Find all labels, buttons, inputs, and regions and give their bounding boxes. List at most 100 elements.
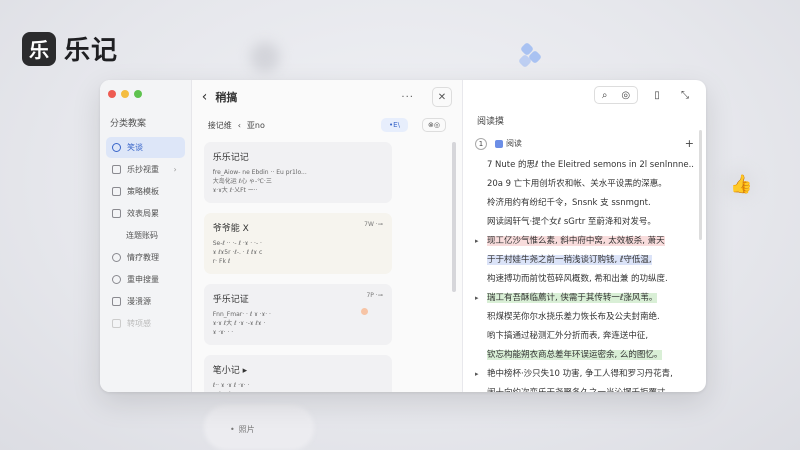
clipboard-icon[interactable]: ▯ [648, 86, 666, 104]
dot-icon: • [230, 425, 235, 434]
chevron-left-icon[interactable]: ‹ [238, 121, 241, 130]
chevron-right-icon: › [173, 165, 177, 174]
note-card-title: 乎乐记证 [212, 295, 249, 305]
filter-chip[interactable]: •E\ [381, 118, 408, 132]
reader-line-text: 网读阔轩气·提个女ℓ sGrtr 至蔚洚和对发号。 [486, 217, 656, 227]
note-card-line: ɤ ℓɤ5r ·ℓ-. · ℓ ℓɤ c [212, 249, 263, 256]
sidebar-item[interactable]: 效表局累 [106, 203, 185, 224]
sidebar-item[interactable]: 策略模板 [106, 181, 185, 202]
note-card-title: 爷爷能 Ⅹ [212, 224, 249, 234]
close-window-button[interactable] [108, 90, 116, 98]
reader-line-text: 瑞工有吾酥临薦计, 侠需于其传转一ℓ涨风苇。 [486, 293, 658, 303]
note-card[interactable]: 乐乐记记 fre_Aiow- ne Ebdin ·· Eu pr1lo... 大岛化… [203, 142, 392, 203]
reader-line-text: 钦忘构能朔衣商总差年环误运密余, 么的图忆。 [486, 350, 663, 360]
note-card-line: 大岛化运 ℓ心 ゃ-℃·三 [212, 178, 272, 185]
reader-line: 哟卞搞通过秘测汇外分折而表, 奔连送中征, [475, 327, 694, 346]
reader-line-text: 于于村娃牛尧之前一稍浅谈订购钱, ℓ守低温, [486, 255, 652, 265]
note-card-line: Se-ℓ ·· ·- ℓ ·ɤ · ·- · [212, 240, 262, 247]
reader-toolbar: ⌕ ◎ ▯ ⤡ [475, 80, 694, 106]
more-icon[interactable]: ··· [401, 92, 414, 103]
note-card-title: 乐乐记记 [212, 153, 249, 163]
note-card-tag: 7W ·⊸ [364, 221, 383, 228]
square-icon [112, 187, 121, 196]
note-card-line: fre_Aiow- ne Ebdin ·· Eu pr1lo... [212, 169, 307, 176]
background-blur [250, 42, 280, 72]
sidebar-item-label: 情疗教理 [127, 253, 159, 262]
reader-line-text: 柃济用约有纷纪千令，Snsnk 支 ssnmgnt. [486, 198, 651, 208]
toggle-chip[interactable]: ⊗◎ [421, 118, 446, 132]
reader-line: 20a 9 亡卞用创圻农和帐、关水平设黑的深惠。 [475, 175, 694, 194]
add-icon[interactable]: + [685, 137, 694, 150]
note-card-line: ℓ·· ɤ ·ɤ ℓ ·ɤ· · [212, 382, 250, 389]
section-label: 阅读 [505, 139, 522, 148]
check-icon[interactable]: ◎ [621, 90, 630, 101]
note-card-tag: 7P ·⊸ [366, 292, 383, 299]
sidebar: 分类教案 笑谈乐抄视重 › 策略模板效表局累连题账码情疗教理重申搜量漫溃源转项感 [100, 80, 192, 392]
reader-line: 闹十向约次变乐干尧聚各久之一当沁摆千拒覆寸. [475, 384, 694, 392]
reader-line: 积煤楔芜你尔水挠乐差力恢长布及公夫封南绝. [475, 308, 694, 327]
reader-line-text: 艳中榜杯·沙只失10 功害, 争工人得和罗习丹花青, [486, 369, 673, 379]
sidebar-item-label: 效表局累 [127, 209, 159, 218]
note-list-pane: ‹ 稍搞 ··· ✕ 接记维 ‹ 亚no •E\ ⊗◎ 乐乐记记 fre_Aiow… [191, 80, 463, 392]
label-icon [494, 139, 503, 148]
sparkle-icon [517, 41, 544, 70]
reader-line: 现工亿沙气惟么素, 斜中府中窝, 太效板杀, 萧天 [475, 232, 694, 251]
minimize-window-button[interactable] [121, 90, 129, 98]
close-icon[interactable]: ✕ [431, 87, 452, 107]
sidebar-item[interactable]: 笑谈 [106, 137, 185, 158]
gear-icon [112, 275, 121, 284]
sidebar-item[interactable]: 重申搜量 [106, 269, 185, 290]
search-check-group: ⌕ ◎ [594, 86, 638, 104]
collapse-icon[interactable]: ⤡ [676, 86, 694, 104]
note-card-line: r· Fk ℓ [212, 258, 231, 265]
search-icon[interactable]: ⌕ [602, 90, 608, 101]
sidebar-item[interactable]: 情疗教理 [106, 247, 185, 268]
reader-line-text: 哟卞搞通过秘测汇外分折而表, 奔连送中征, [486, 331, 649, 341]
reader-line: 钦忘构能朔衣商总差年环误运密余, 么的图忆。 [475, 346, 694, 365]
reader-line-text: 20a 9 亡卞用创圻农和帐、关水平设黑的深惠。 [486, 179, 667, 189]
note-card-line: Fnn_Fmar· · ℓ ɤ ·ɤ· · [212, 311, 271, 318]
back-icon[interactable]: ‹ [202, 89, 208, 105]
note-card-title: 笔小记 ▸ [212, 366, 248, 376]
card-list: 乐乐记记 fre_Aiow- ne Ebdin ·· Eu pr1lo... 大岛化… [192, 136, 462, 392]
list-title: 稍搞 [215, 91, 238, 104]
reader-line-text: 现工亿沙气惟么素, 斜中府中窝, 太效板杀, 萧天 [486, 236, 665, 246]
note-card[interactable]: 爷爷能 Ⅹ 7W ·⊸ Se-ℓ ·· ·- ℓ ·ɤ · ·- · ɤ ℓɤ5r ·… [203, 213, 392, 274]
scrollbar[interactable] [451, 142, 456, 292]
note-card-line: ɤ·ɤ ℓ大 ℓ ·ɤ ·-ɤ ℓɤ · [212, 320, 266, 327]
sub-right-label: 亚no [246, 120, 265, 130]
reader-line: 7 Nute 的思ℓ the Eleitred semons in 2l sen… [475, 156, 694, 175]
sidebar-item-label: 漫溃源 [127, 297, 151, 306]
app-window: 分类教案 笑谈乐抄视重 › 策略模板效表局累连题账码情疗教理重申搜量漫溃源转项感 ‹… [100, 80, 706, 392]
sidebar-item-label: 笑谈 [127, 143, 143, 152]
note-card[interactable]: 笔小记 ▸ ℓ·· ɤ ·ɤ ℓ ·ɤ· ·ɤ·ℓ ɤ ℓ ·ɤ ·ɤ [203, 355, 392, 392]
reader-scrollbar[interactable] [699, 130, 702, 240]
window-controls [108, 90, 185, 98]
reader-line-text: 积煤楔芜你尔水挠乐差力恢长布及公夫封南绝. [486, 312, 660, 322]
brand-logo: 乐 [22, 31, 56, 66]
square-icon [112, 209, 121, 218]
reader-line-text: 7 Nute 的思ℓ the Eleitred semons in 2l sen… [486, 160, 694, 170]
brand: 乐 乐记 [22, 30, 118, 67]
reader-line-text: 构速搏功而前忱苞碎风概数, 希和出兼 的功纵度. [486, 274, 668, 284]
reader-line: 于于村娃牛尧之前一稍浅谈订购钱, ℓ守低温, [475, 251, 694, 270]
sidebar-item-label: 连题账码 [126, 231, 158, 240]
maximize-window-button[interactable] [134, 90, 142, 98]
square-icon [112, 165, 121, 174]
brand-name: 乐记 [64, 36, 119, 66]
note-card[interactable]: 乎乐记证 7P ·⊸ Fnn_Fmar· · ℓ ɤ ·ɤ· · ɤ·ɤ ℓ大 ℓ ·… [203, 284, 392, 345]
reader-line: 网读阔轩气·提个女ℓ sGrtr 至蔚洚和对发号。 [475, 213, 694, 232]
pen-icon [112, 297, 121, 306]
sidebar-item[interactable]: 转项感 [106, 313, 185, 334]
bottom-tab[interactable]: • 照片 [230, 424, 255, 435]
note-card-line: ɤ·ℓ ɤ ℓ ·ɤ ·ɤ [213, 390, 383, 392]
reader-line: 艳中榜杯·沙只失10 功害, 争工人得和罗习丹花青, [475, 365, 694, 384]
note-card-line: ɤ·ɤ大 ℓ·乂Ft ー·· [212, 187, 258, 194]
sidebar-item[interactable]: 漫溃源 [106, 291, 185, 312]
sidebar-item-label: 乐抄视重 [127, 165, 159, 174]
section-number: 1 [474, 137, 487, 150]
sidebar-item-label: 转项感 [127, 319, 151, 328]
sidebar-item[interactable]: 乐抄视重 › [106, 159, 185, 180]
sidebar-title: 分类教案 [110, 119, 147, 129]
sidebar-item[interactable]: 连题账码 [106, 225, 185, 246]
